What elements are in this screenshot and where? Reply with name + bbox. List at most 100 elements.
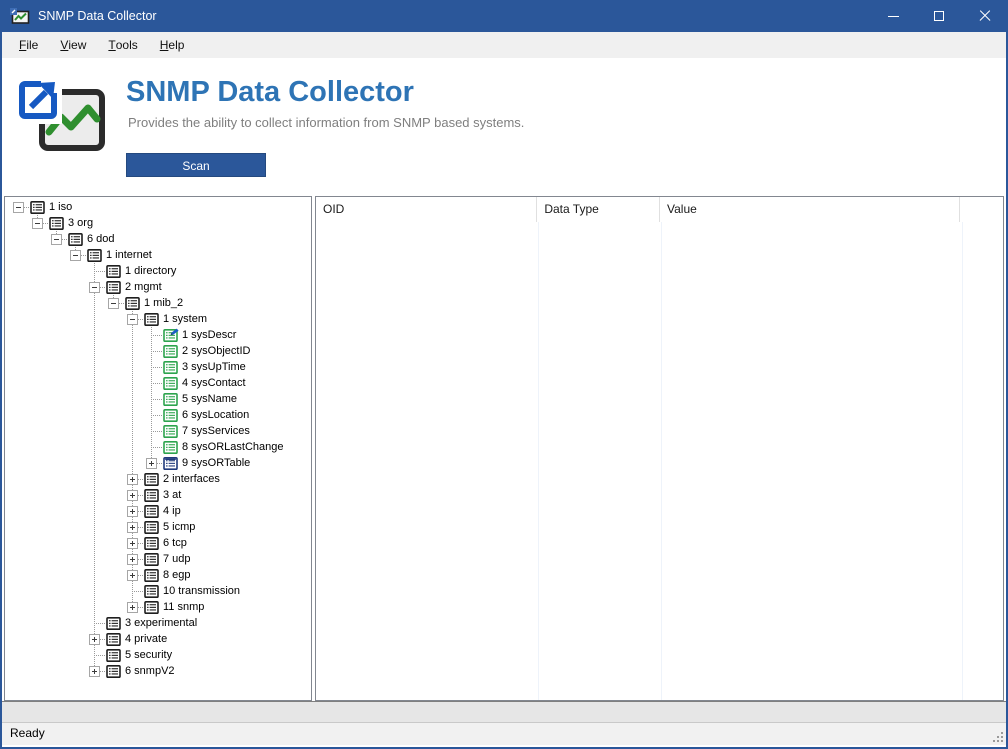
tree-item-3-at[interactable]: 3 at [5, 487, 311, 503]
tree-item-label[interactable]: 4 sysContact [182, 375, 246, 391]
tree-item-8-egp[interactable]: 8 egp [5, 567, 311, 583]
tree-item-label[interactable]: 6 sysLocation [182, 407, 249, 423]
tree-item-7-udp[interactable]: 7 udp [5, 551, 311, 567]
tree-item-9-sysortable[interactable]: 9 sysORTable [5, 455, 311, 471]
collapse-minus-toggle[interactable] [70, 250, 81, 261]
expand-plus-toggle[interactable] [127, 570, 138, 581]
tree-item-label[interactable]: 2 interfaces [163, 471, 220, 487]
tree-item-label[interactable]: 1 sysDescr [182, 327, 236, 343]
tree-item-label[interactable]: 3 sysUpTime [182, 359, 246, 375]
tree-item-label[interactable]: 3 org [68, 215, 93, 231]
tree-item-label[interactable]: 5 icmp [163, 519, 195, 535]
app-window: SNMP Data Collector FileViewToolsHelp SN… [0, 0, 1008, 749]
tree-item-label[interactable]: 5 security [125, 647, 172, 663]
tree-item-label[interactable]: 2 mgmt [125, 279, 162, 295]
column-header-value[interactable]: Value [660, 197, 960, 222]
table-black-icon [144, 472, 160, 486]
tree-item-label[interactable]: 9 sysORTable [182, 455, 250, 471]
tree-item-label[interactable]: 8 egp [163, 567, 191, 583]
tree-item-6-dod[interactable]: 6 dod [5, 231, 311, 247]
tree-item-6-snmpv2[interactable]: 6 snmpV2 [5, 663, 311, 679]
close-button[interactable] [962, 0, 1008, 32]
tree-item-label[interactable]: 4 private [125, 631, 167, 647]
column-header-oid[interactable]: OID [316, 197, 537, 222]
expand-plus-toggle[interactable] [127, 602, 138, 613]
tree-item-5-sysname[interactable]: 5 sysName [5, 391, 311, 407]
tree-item-1-iso[interactable]: 1 iso [5, 199, 311, 215]
expand-plus-toggle[interactable] [89, 634, 100, 645]
expand-plus-toggle[interactable] [127, 538, 138, 549]
collapse-minus-toggle[interactable] [127, 314, 138, 325]
tree-item-5-security[interactable]: 5 security [5, 647, 311, 663]
collapse-minus-toggle[interactable] [108, 298, 119, 309]
tree-item-5-icmp[interactable]: 5 icmp [5, 519, 311, 535]
expand-plus-toggle[interactable] [127, 490, 138, 501]
column-header-data-type[interactable]: Data Type [537, 197, 660, 222]
tree-item-label[interactable]: 6 dod [87, 231, 115, 247]
tree-item-1-sysdescr[interactable]: 1 sysDescr [5, 327, 311, 343]
tree-item-4-private[interactable]: 4 private [5, 631, 311, 647]
tree-item-label[interactable]: 6 snmpV2 [125, 663, 175, 679]
tree-item-4-syscontact[interactable]: 4 sysContact [5, 375, 311, 391]
tree-item-label[interactable]: 3 experimental [125, 615, 197, 631]
tree-item-label[interactable]: 1 directory [125, 263, 176, 279]
tree-item-label[interactable]: 1 system [163, 311, 207, 327]
tree-item-3-experimental[interactable]: 3 experimental [5, 615, 311, 631]
collapse-minus-toggle[interactable] [51, 234, 62, 245]
app-logo-icon [14, 70, 106, 154]
expand-plus-toggle[interactable] [146, 458, 157, 469]
collapse-minus-toggle[interactable] [32, 218, 43, 229]
expand-plus-toggle[interactable] [127, 522, 138, 533]
tree-item-label[interactable]: 1 mib_2 [144, 295, 183, 311]
table-black-icon [144, 520, 160, 534]
tree-connector [94, 391, 95, 407]
tree-item-11-snmp[interactable]: 11 snmp [5, 599, 311, 615]
tree-item-label[interactable]: 7 udp [163, 551, 191, 567]
tree-item-10-transmission[interactable]: 10 transmission [5, 583, 311, 599]
table-green-icon [163, 376, 179, 390]
tree-item-1-directory[interactable]: 1 directory [5, 263, 311, 279]
tree-item-4-ip[interactable]: 4 ip [5, 503, 311, 519]
tree-item-label[interactable]: 6 tcp [163, 535, 187, 551]
tree-item-3-org[interactable]: 3 org [5, 215, 311, 231]
minimize-button[interactable] [870, 0, 916, 32]
menu-view[interactable]: View [49, 32, 97, 58]
tree-item-label[interactable]: 8 sysORLastChange [182, 439, 284, 455]
expand-plus-toggle[interactable] [127, 554, 138, 565]
tree-item-6-tcp[interactable]: 6 tcp [5, 535, 311, 551]
tree-item-2-interfaces[interactable]: 2 interfaces [5, 471, 311, 487]
expand-plus-toggle[interactable] [127, 474, 138, 485]
tree-item-label[interactable]: 1 internet [106, 247, 152, 263]
menu-file[interactable]: File [8, 32, 49, 58]
tree-item-2-sysobjectid[interactable]: 2 sysObjectID [5, 343, 311, 359]
tree-item-1-system[interactable]: 1 system [5, 311, 311, 327]
window-frame: FileViewToolsHelp SNMP Data Collector Pr… [0, 32, 1008, 749]
tree-item-7-sysservices[interactable]: 7 sysServices [5, 423, 311, 439]
tree-item-label[interactable]: 1 iso [49, 199, 72, 215]
collapse-minus-toggle[interactable] [89, 282, 100, 293]
mib-tree-panel[interactable]: 1 iso3 org6 dod1 internet1 directory2 mg… [4, 196, 312, 701]
tree-item-label[interactable]: 7 sysServices [182, 423, 250, 439]
menu-help[interactable]: Help [149, 32, 196, 58]
resize-grip-icon[interactable] [991, 730, 1005, 744]
scan-button[interactable]: Scan [126, 153, 266, 177]
tree-item-label[interactable]: 2 sysObjectID [182, 343, 250, 359]
tree-item-1-mib-2[interactable]: 1 mib_2 [5, 295, 311, 311]
tree-item-label[interactable]: 3 at [163, 487, 181, 503]
tree-item-label[interactable]: 4 ip [163, 503, 181, 519]
expand-plus-toggle[interactable] [89, 666, 100, 677]
column-divider [661, 222, 662, 700]
maximize-button[interactable] [916, 0, 962, 32]
tree-item-label[interactable]: 11 snmp [163, 599, 204, 615]
tree-item-6-syslocation[interactable]: 6 sysLocation [5, 407, 311, 423]
tree-item-2-mgmt[interactable]: 2 mgmt [5, 279, 311, 295]
tree-item-3-sysuptime[interactable]: 3 sysUpTime [5, 359, 311, 375]
tree-connector [94, 655, 106, 656]
tree-item-label[interactable]: 5 sysName [182, 391, 237, 407]
collapse-minus-toggle[interactable] [13, 202, 24, 213]
tree-item-label[interactable]: 10 transmission [163, 583, 240, 599]
expand-plus-toggle[interactable] [127, 506, 138, 517]
tree-item-8-sysorlastchange[interactable]: 8 sysORLastChange [5, 439, 311, 455]
tree-item-1-internet[interactable]: 1 internet [5, 247, 311, 263]
menu-tools[interactable]: Tools [97, 32, 148, 58]
